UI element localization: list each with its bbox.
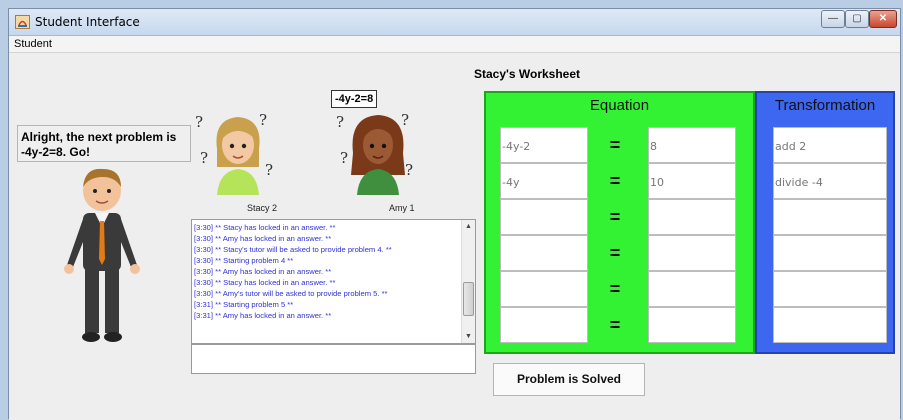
equals-sign: = — [609, 171, 621, 191]
equals-sign: = — [609, 279, 621, 299]
question-mark-icon: ? — [401, 111, 410, 129]
equation-right-cell[interactable]: 10 — [648, 163, 736, 199]
problem-solved-button[interactable]: Problem is Solved — [493, 363, 645, 396]
chat-line: [3:30] ** Stacy's tutor will be asked to… — [194, 245, 392, 254]
chat-line: [3:31] ** Starting problem 5 ** — [194, 300, 294, 309]
java-app-icon — [15, 15, 30, 29]
question-mark-icon: ? — [195, 113, 204, 131]
tutor-avatar — [64, 168, 140, 342]
chat-line: [3:30] ** Stacy has locked in an answer.… — [194, 278, 336, 287]
tutor-speech-bubble: Alright, the next problem is -4y-2=8. Go… — [17, 125, 191, 162]
problem-label: -4y-2=8 — [331, 90, 378, 108]
transformation-cell[interactable] — [773, 199, 887, 235]
scroll-down-arrow-icon[interactable]: ▼ — [463, 331, 474, 342]
transformation-cell[interactable]: divide -4 — [773, 163, 887, 199]
chat-line: [3:30] ** Amy has locked in an answer. *… — [194, 234, 332, 243]
equation-left-cell[interactable]: -4y — [500, 163, 588, 199]
equation-heading: Equation — [589, 97, 650, 114]
equation-right-cell[interactable] — [648, 271, 736, 307]
equals-sign: = — [609, 243, 621, 263]
transformation-cell[interactable] — [773, 235, 887, 271]
equation-right-cell[interactable] — [648, 199, 736, 235]
chat-line: [3:30] ** Stacy has locked in an answer.… — [194, 223, 336, 232]
question-mark-icon: ? — [259, 111, 268, 129]
equation-panel: Equation -4y-2 = 8 -4y = 10 = = = = — [484, 91, 755, 354]
equation-left-cell[interactable] — [500, 235, 588, 271]
menu-item-student[interactable]: Student — [14, 38, 52, 50]
worksheet-title: Stacy's Worksheet — [474, 67, 581, 81]
equation-right-cell[interactable] — [648, 235, 736, 271]
scroll-thumb[interactable] — [463, 282, 474, 316]
minimize-button[interactable]: — — [821, 10, 845, 28]
question-mark-icon: ? — [336, 113, 345, 131]
stacy-label: Stacy 2 — [247, 203, 278, 213]
student-interface-window: Student Interface — ▢ ✕ Student Alright,… — [8, 8, 901, 420]
transformation-panel: Transformation add 2 divide -4 — [755, 91, 895, 354]
transformation-cell[interactable] — [773, 271, 887, 307]
equation-left-cell[interactable] — [500, 271, 588, 307]
chat-log[interactable]: [3:30] ** Stacy has locked in an answer.… — [191, 219, 476, 344]
chat-scrollbar[interactable]: ▲ ▼ — [461, 220, 475, 343]
chat-lines: [3:30] ** Stacy has locked in an answer.… — [194, 222, 459, 321]
equals-sign: = — [609, 207, 621, 227]
transformation-heading: Transformation — [774, 97, 876, 114]
chat-line: [3:30] ** Starting problem 4 ** — [194, 256, 294, 265]
equation-left-cell[interactable] — [500, 199, 588, 235]
question-mark-icon: ? — [265, 161, 274, 179]
question-mark-icon: ? — [405, 161, 414, 179]
chat-line: [3:30] ** Amy has locked in an answer. *… — [194, 267, 332, 276]
transformation-cell[interactable]: add 2 — [773, 127, 887, 163]
main-content: Alright, the next problem is -4y-2=8. Go… — [9, 53, 900, 420]
question-mark-icon: ? — [340, 149, 349, 167]
chat-input[interactable] — [191, 344, 476, 374]
amy-label: Amy 1 — [389, 203, 415, 213]
transformation-cell[interactable] — [773, 307, 887, 343]
equals-sign: = — [609, 135, 621, 155]
equation-right-cell[interactable] — [648, 307, 736, 343]
equation-right-cell[interactable]: 8 — [648, 127, 736, 163]
maximize-button[interactable]: ▢ — [845, 10, 869, 28]
equals-sign: = — [609, 315, 621, 335]
window-title: Student Interface — [35, 15, 140, 29]
close-button[interactable]: ✕ — [869, 10, 897, 28]
question-mark-icon: ? — [200, 149, 209, 167]
menu-bar: Student — [9, 36, 900, 53]
scroll-up-arrow-icon[interactable]: ▲ — [463, 221, 474, 232]
chat-line: [3:30] ** Amy's tutor will be asked to p… — [194, 289, 388, 298]
chat-line: [3:31] ** Amy has locked in an answer. *… — [194, 311, 332, 320]
equation-left-cell[interactable] — [500, 307, 588, 343]
equation-left-cell[interactable]: -4y-2 — [500, 127, 588, 163]
title-bar: Student Interface — ▢ ✕ — [9, 9, 900, 36]
